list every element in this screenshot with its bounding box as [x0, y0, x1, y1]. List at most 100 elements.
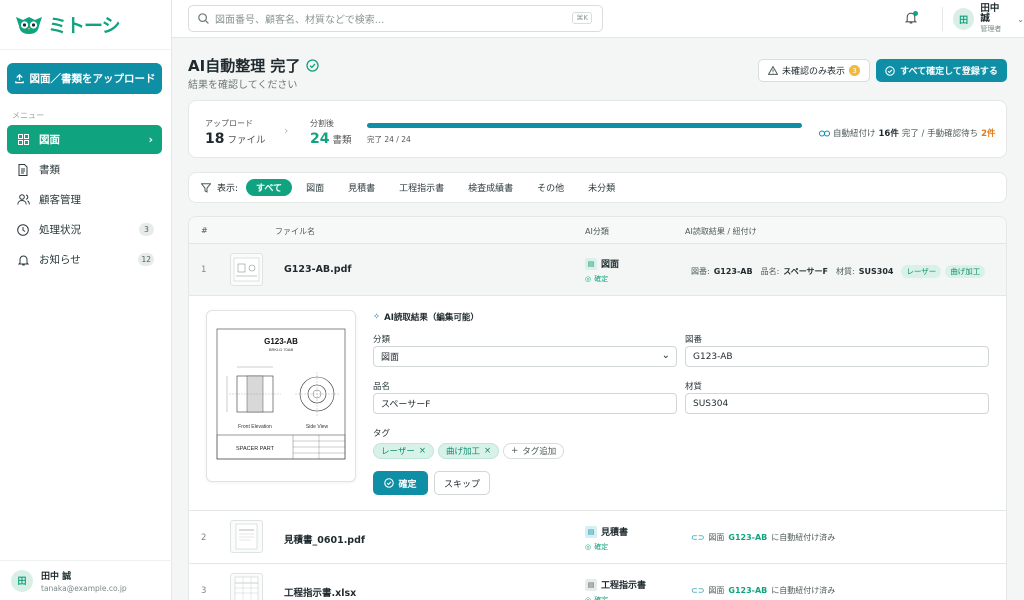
chevron-right-icon: › — [148, 133, 153, 146]
progress-text: 完了 24 / 24 — [367, 135, 411, 144]
split-stat: 24 書類 — [310, 131, 352, 147]
confirm-all-button[interactable]: すべて確定して登録する — [876, 59, 1007, 82]
confirm-all-label: すべて確定して登録する — [900, 67, 998, 77]
upload-button[interactable]: 図面／書類をアップロード — [7, 63, 162, 94]
filter-icon — [201, 182, 211, 193]
sidebar-item-documents[interactable]: 書類 — [7, 155, 162, 184]
row-number: 3 — [201, 586, 207, 596]
column-header-result: AI読取結果 / 紐付け — [685, 227, 757, 236]
upload-label: アップロード — [205, 119, 253, 128]
column-header-num: # — [201, 226, 208, 235]
drawing-subtitle: BRKLD 70AB — [269, 347, 294, 352]
confirm-button[interactable]: 確定 — [373, 471, 428, 495]
front-elevation-label: Front Elevation — [238, 424, 272, 430]
notification-dot — [913, 11, 918, 16]
table-row[interactable]: 2 見積書_0601.pdf ▤ 見積書 ◎ 確定 ⊂⊃ 図面 G123-AB に自… — [189, 511, 1006, 564]
tag-chip[interactable]: レーザー × — [373, 443, 434, 459]
sidebar: ミトーシ 図面／書類をアップロード メニュー 図面 › 書類 顧客管理 処理状況… — [0, 0, 172, 600]
link-target[interactable]: G123-AB — [728, 586, 767, 595]
check-circle-icon: ◎ — [585, 275, 592, 283]
class-field-label: 分類 — [373, 335, 391, 345]
drawing-number: G123-AB — [713, 267, 753, 276]
user-email: tanaka@example.co.jp — [41, 583, 127, 593]
page-title-text: AI自動整理 完了 — [188, 57, 301, 75]
sidebar-user[interactable]: 田 田中 誠 tanaka@example.co.jp — [0, 560, 172, 600]
class-label: 見積書 — [601, 528, 629, 538]
tag-chip-label: レーザー — [381, 447, 415, 457]
search-placeholder: 図面番号、顧客名、材質などで検索... — [215, 15, 385, 26]
filter-chip-unclassified[interactable]: 未分類 — [578, 179, 625, 196]
split-unit: 書類 — [332, 135, 352, 146]
user-role: 管理者 — [980, 25, 1002, 33]
drawing-number-field[interactable]: G123-AB — [685, 346, 989, 367]
file-name[interactable]: G123-AB.pdf — [284, 264, 352, 275]
tags-field: レーザー × 曲げ加工 × + タグ追加 — [373, 443, 565, 459]
check-circle-icon — [384, 478, 395, 488]
form-title-text: AI読取結果（編集可能） — [384, 313, 479, 323]
status-confirmed: 確定 — [594, 275, 609, 283]
filter-chip-all[interactable]: すべて — [246, 179, 293, 196]
show-unconfirmed-button[interactable]: 未確認のみ表示 3 — [758, 59, 870, 82]
split-count: 24 — [310, 131, 330, 147]
search-shortcut: ⌘K — [572, 12, 592, 24]
logo[interactable]: ミトーシ — [0, 0, 171, 50]
grid-icon — [15, 134, 31, 145]
confirm-label: 確定 — [398, 479, 417, 490]
sidebar-item-notifications[interactable]: お知らせ 12 — [7, 245, 162, 274]
link-info: ⊂⊃ 図面 G123-AB に自動紐付け済み — [691, 585, 835, 596]
skip-button[interactable]: スキップ — [434, 471, 490, 495]
notification-count-badge: 12 — [138, 253, 154, 266]
tag-chip-label: 曲げ加工 — [445, 447, 480, 457]
ai-classification: ▤ 見積書 ◎ 確定 — [585, 525, 628, 552]
filter-chip-drawing[interactable]: 図面 — [296, 179, 334, 196]
sidebar-item-customers[interactable]: 顧客管理 — [7, 185, 162, 214]
close-icon[interactable]: × — [419, 446, 426, 456]
material-field-label: 材質 — [685, 382, 703, 392]
tag-chip[interactable]: 曲げ加工 × — [437, 443, 500, 459]
drawing-preview[interactable]: G123-AB BRKLD 70AB Front Elevation Side … — [206, 310, 356, 482]
tag: 曲げ加工 — [945, 265, 986, 278]
search-input[interactable]: 図面番号、顧客名、材質などで検索... ⌘K — [188, 5, 603, 32]
user-menu[interactable]: 田 田中 誠 管理者 ⌄ — [942, 4, 1024, 33]
class-label: 工程指示書 — [601, 581, 647, 591]
file-name[interactable]: 工程指示書.xlsx — [284, 585, 356, 599]
filter-label: 表示: — [217, 184, 239, 194]
sidebar-item-label: 処理状況 — [39, 224, 81, 236]
main: 図面番号、顧客名、材質などで検索... ⌘K 田 田中 誠 管理者 ⌄ AI自動… — [172, 0, 1024, 600]
sidebar-nav: 図面 › 書類 顧客管理 処理状況 3 お知らせ 12 — [7, 125, 162, 275]
sidebar-item-drawings[interactable]: 図面 › — [7, 125, 162, 154]
class-select-value: 図面 — [381, 353, 400, 363]
close-icon[interactable]: × — [484, 446, 491, 456]
link-icon: ⊂⊃ — [691, 586, 705, 595]
plus-icon: + — [511, 446, 519, 456]
show-unconfirmed-label: 未確認のみ表示 — [781, 67, 845, 77]
page-title: AI自動整理 完了 — [188, 55, 320, 76]
table-row[interactable]: 3 工程指示書.xlsx ▤ 工程指示書 ◎ 確定 ⊂⊃ 図面 G123-AB に自… — [189, 564, 1006, 600]
topbar: 図面番号、顧客名、材質などで検索... ⌘K 田 田中 誠 管理者 ⌄ — [172, 0, 1024, 38]
filter-chip-process[interactable]: 工程指示書 — [389, 179, 454, 196]
column-header-file: ファイル名 — [275, 227, 315, 236]
add-tag-button[interactable]: + タグ追加 — [503, 443, 565, 459]
sidebar-item-status[interactable]: 処理状況 3 — [7, 215, 162, 244]
filter-chip-other[interactable]: その他 — [527, 179, 574, 196]
table-header: # ファイル名 AI分類 AI読取結果 / 紐付け — [189, 217, 1006, 244]
chevron-down-icon: ⌄ — [661, 350, 670, 361]
document-icon: ▤ — [585, 525, 597, 538]
file-name[interactable]: 見積書_0601.pdf — [284, 532, 365, 546]
sidebar-item-label: 書類 — [39, 164, 60, 176]
side-view-label: Side View — [306, 424, 329, 430]
file-thumbnail — [230, 253, 263, 286]
class-select[interactable]: 図面 ⌄ — [373, 346, 677, 367]
status-confirmed: 確定 — [594, 543, 609, 551]
material-field[interactable]: SUS304 — [685, 393, 989, 414]
part-name-field[interactable]: スペーサーF — [373, 393, 677, 414]
table-row[interactable]: 1 G123-AB.pdf ▤ 図面 ◎ 確定 図番: G123-AB 品名: スペーサ… — [189, 244, 1006, 296]
row-number: 2 — [201, 533, 207, 543]
filter-chip-estimate[interactable]: 見積書 — [338, 179, 385, 196]
filter-chip-inspection[interactable]: 検査成績書 — [458, 179, 523, 196]
notification-bell-button[interactable] — [904, 11, 918, 27]
link-target[interactable]: G123-AB — [728, 533, 767, 542]
document-icon: ▤ — [585, 578, 597, 591]
link-prefix: 図面 — [708, 533, 725, 542]
document-icon: ▤ — [585, 257, 597, 270]
